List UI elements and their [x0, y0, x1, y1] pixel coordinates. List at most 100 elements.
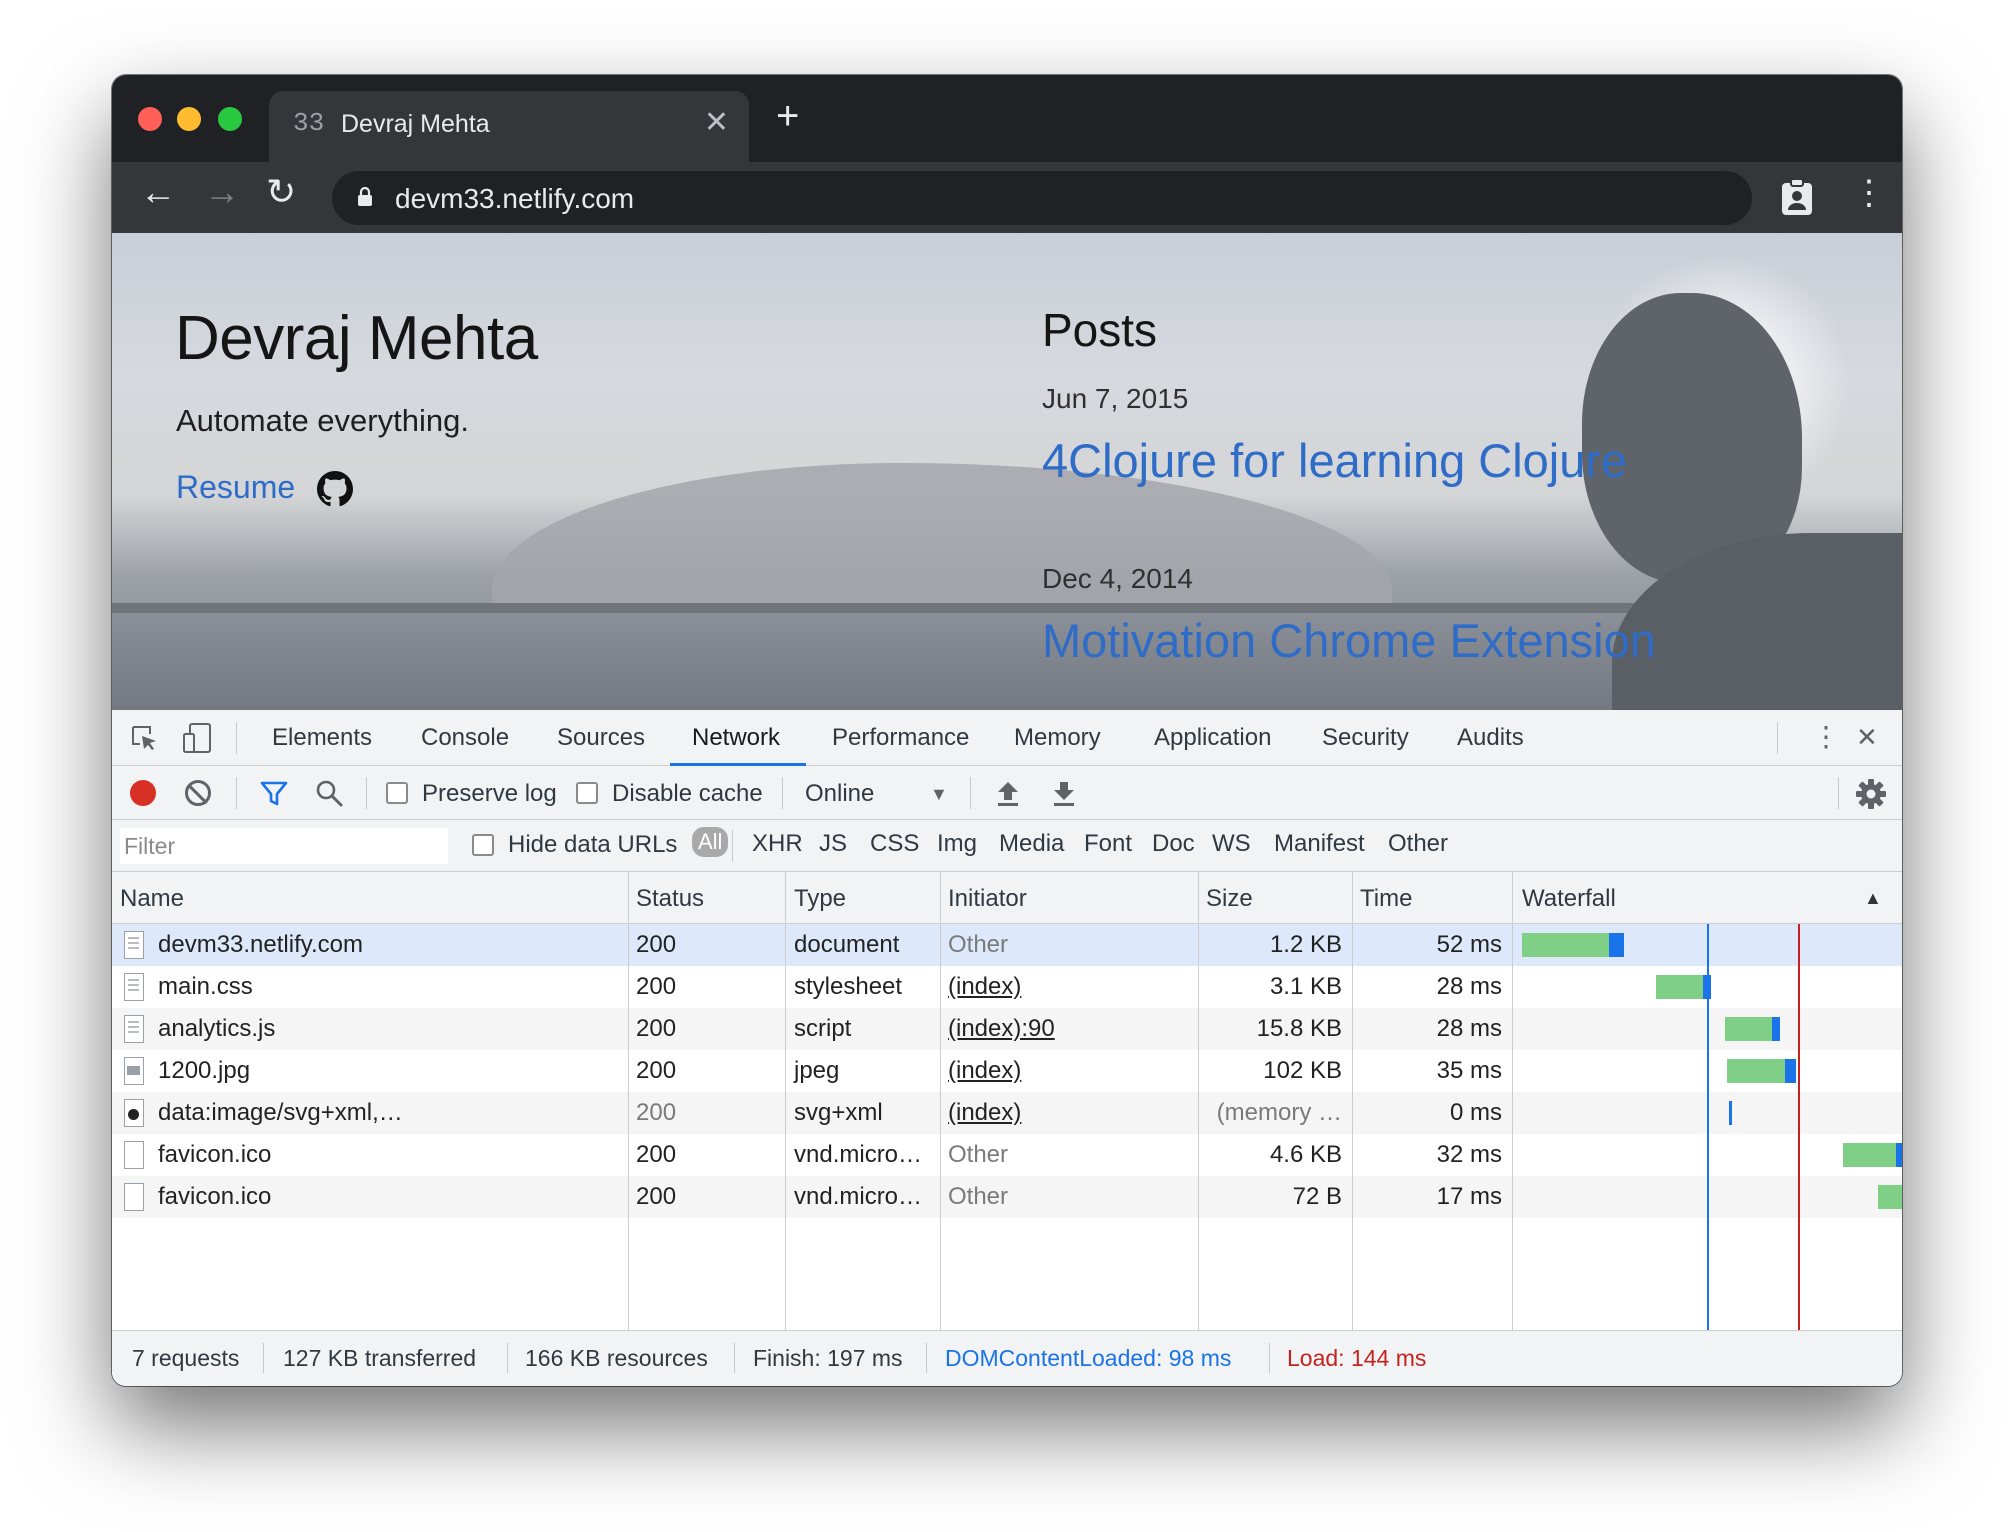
svg-file-icon — [124, 1099, 144, 1127]
cell-initiator[interactable]: (index) — [948, 1099, 1021, 1127]
browser-window: 33 Devraj Mehta ✕ + ← → ↻ devm33.netlify… — [112, 75, 1902, 1386]
gear-icon[interactable] — [1855, 778, 1887, 810]
cell-status: 200 — [636, 1099, 677, 1126]
tab-security[interactable]: Security — [1322, 724, 1409, 752]
network-request-table: Name Status Type Initiator Size Time Wat… — [112, 872, 1902, 1330]
column-divider — [785, 872, 786, 1330]
devtools-more-icon[interactable]: ⋮ — [1812, 720, 1840, 753]
github-icon[interactable] — [317, 471, 353, 507]
export-har-icon[interactable] — [1050, 778, 1078, 808]
divider — [366, 777, 367, 809]
tab-application[interactable]: Application — [1154, 724, 1271, 752]
devtools-close-icon[interactable]: ✕ — [1856, 722, 1878, 753]
waterfall-bar-waiting — [1726, 1059, 1786, 1083]
column-header-size[interactable]: Size — [1206, 885, 1253, 913]
column-header-name[interactable]: Name — [120, 885, 184, 913]
throttling-select[interactable]: Online — [805, 780, 874, 808]
waterfall-bar-download — [1608, 933, 1625, 957]
table-row[interactable]: favicon.ico 200 vnd.micro… Other 72 B 17 ms — [112, 1176, 1514, 1218]
cell-initiator[interactable]: (index) — [948, 1057, 1021, 1085]
table-row[interactable]: analytics.js 200 script (index):90 15.8 KB 28… — [112, 1008, 1514, 1050]
type-filter-css[interactable]: CSS — [870, 830, 919, 858]
device-toolbar-icon[interactable] — [182, 722, 212, 754]
filter-input[interactable] — [120, 828, 448, 864]
cell-time: 52 ms — [1436, 931, 1502, 958]
cell-initiator[interactable]: (index) — [948, 973, 1021, 1001]
tab-sources[interactable]: Sources — [557, 724, 645, 752]
record-icon[interactable] — [130, 780, 156, 806]
import-har-icon[interactable] — [994, 778, 1022, 808]
type-filter-js[interactable]: JS — [819, 830, 847, 858]
reload-button[interactable]: ↻ — [266, 174, 296, 210]
column-header-time[interactable]: Time — [1360, 885, 1412, 913]
cell-time: 35 ms — [1436, 1057, 1502, 1084]
divider — [732, 830, 733, 862]
table-row[interactable]: main.css 200 stylesheet (index) 3.1 KB 28 ms — [112, 966, 1514, 1008]
tab-memory[interactable]: Memory — [1014, 724, 1101, 752]
zoom-window-button[interactable] — [218, 107, 242, 131]
browser-tab[interactable]: 33 Devraj Mehta ✕ — [269, 91, 749, 162]
column-divider — [1198, 872, 1199, 1330]
type-filter-all[interactable]: All — [692, 827, 729, 857]
column-header-status[interactable]: Status — [636, 885, 704, 913]
cell-time: 17 ms — [1436, 1183, 1502, 1210]
close-window-button[interactable] — [138, 107, 162, 131]
cell-size: 3.1 KB — [1269, 973, 1342, 1000]
search-icon[interactable] — [314, 778, 344, 808]
cell-initiator: Other — [948, 931, 1009, 958]
type-filter-img[interactable]: Img — [937, 830, 977, 858]
table-row[interactable]: data:image/svg+xml,… 200 svg+xml (index) (me… — [112, 1092, 1514, 1134]
filter-icon[interactable] — [259, 778, 289, 808]
type-filter-media[interactable]: Media — [999, 830, 1064, 858]
post-title-link[interactable]: Motivation Chrome Extension — [1042, 613, 1656, 668]
webpage: Devraj Mehta Automate everything. Resume… — [112, 233, 1902, 710]
tab-network[interactable]: Network — [692, 724, 780, 752]
type-filter-ws[interactable]: WS — [1212, 830, 1251, 858]
new-tab-button[interactable]: + — [776, 96, 799, 136]
table-row[interactable]: 1200.jpg 200 jpeg (index) 102 KB 35 ms — [112, 1050, 1514, 1092]
preserve-log-checkbox[interactable] — [386, 782, 408, 804]
forward-button[interactable]: → — [204, 174, 240, 210]
cell-type: stylesheet — [794, 973, 903, 1000]
profile-badge-icon[interactable] — [1780, 178, 1814, 216]
type-filter-xhr[interactable]: XHR — [752, 830, 803, 858]
cell-type: svg+xml — [794, 1099, 883, 1126]
back-button[interactable]: ← — [140, 174, 176, 210]
resume-link[interactable]: Resume — [176, 469, 295, 506]
type-filter-other[interactable]: Other — [1388, 830, 1448, 858]
column-header-initiator[interactable]: Initiator — [948, 885, 1027, 913]
table-row[interactable]: favicon.ico 200 vnd.micro… Other 4.6 KB 32 ms — [112, 1134, 1514, 1176]
cell-initiator[interactable]: (index):90 — [948, 1015, 1055, 1043]
tab-performance[interactable]: Performance — [832, 724, 969, 752]
divider — [1838, 777, 1839, 809]
type-filter-manifest[interactable]: Manifest — [1274, 830, 1365, 858]
minimize-window-button[interactable] — [177, 107, 201, 131]
cell-size: (memory … — [1216, 1099, 1342, 1126]
table-row[interactable]: devm33.netlify.com 200 document Other 1.2 KB… — [112, 924, 1514, 966]
url-text[interactable]: devm33.netlify.com — [395, 183, 634, 215]
cell-size: 102 KB — [1263, 1057, 1342, 1084]
tab-close-icon[interactable]: ✕ — [704, 105, 729, 140]
column-header-type[interactable]: Type — [794, 885, 846, 913]
disable-cache-checkbox[interactable] — [576, 782, 598, 804]
browser-toolbar: ← → ↻ devm33.netlify.com ⋮ — [112, 162, 1902, 233]
address-bar[interactable]: devm33.netlify.com — [332, 171, 1752, 225]
tab-audits[interactable]: Audits — [1457, 724, 1524, 752]
hide-data-urls-checkbox[interactable] — [472, 834, 494, 856]
cell-name: 1200.jpg — [158, 1057, 251, 1084]
cell-type: document — [794, 931, 900, 958]
chevron-down-icon[interactable]: ▼ — [930, 784, 948, 805]
column-header-waterfall[interactable]: Waterfall — [1522, 885, 1616, 913]
tab-elements[interactable]: Elements — [272, 724, 372, 752]
type-filter-doc[interactable]: Doc — [1152, 830, 1195, 858]
post-title-link[interactable]: 4Clojure for learning Clojure — [1042, 433, 1627, 488]
browser-menu-icon[interactable]: ⋮ — [1852, 176, 1886, 210]
clear-icon[interactable] — [185, 780, 211, 806]
inspect-element-icon[interactable] — [130, 724, 158, 752]
type-filter-font[interactable]: Font — [1084, 830, 1132, 858]
tab-console[interactable]: Console — [421, 724, 509, 752]
cell-size: 4.6 KB — [1269, 1141, 1342, 1168]
divider — [926, 1343, 927, 1373]
site-tagline: Automate everything. — [176, 403, 469, 438]
waterfall-bar-download — [1771, 1017, 1780, 1041]
